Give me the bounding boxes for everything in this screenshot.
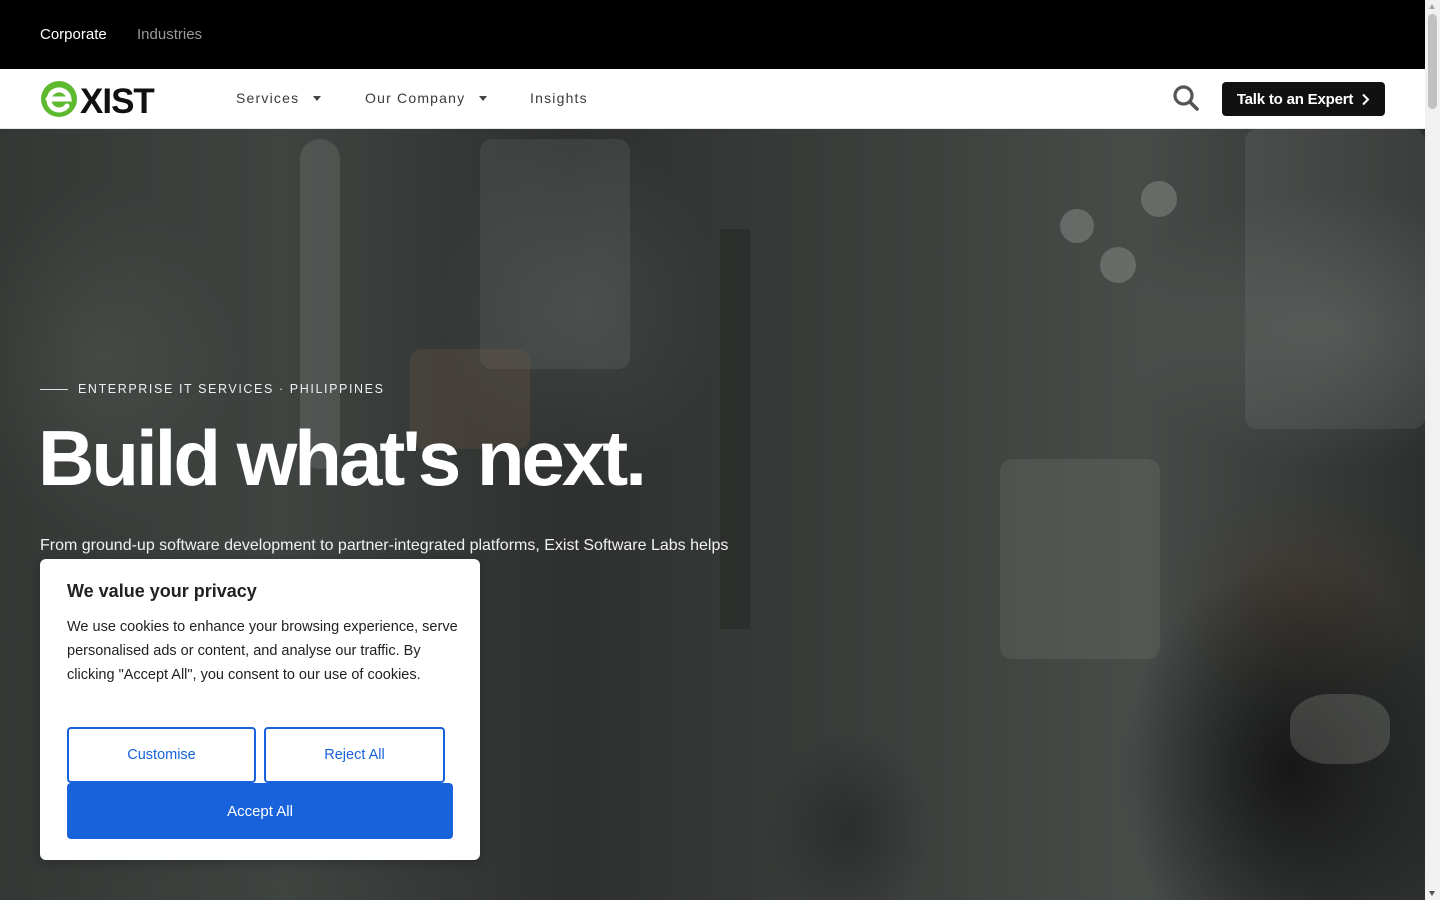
nav-services-label: Services [236,90,300,106]
cta-label: Talk to an Expert [1236,90,1354,108]
cookie-title: We value your privacy [67,581,257,601]
search-icon[interactable] [1172,84,1200,112]
svg-text:XIST: XIST [80,82,154,119]
reject-all-button[interactable]: Reject All [264,727,445,783]
main-navbar: XIST Services Our Company Insights Talk … [0,69,1425,129]
scroll-down-arrow-icon[interactable] [1429,891,1435,896]
page-scrollbar[interactable] [1425,0,1440,900]
hero-headline: Build what's next. [38,414,647,502]
chevron-down-icon [313,95,322,101]
background-photo-detail [1000,459,1160,659]
nav-insights[interactable]: Insights [530,90,588,106]
background-photo-detail [480,139,630,369]
cookie-body: We use cookies to enhance your browsing … [67,619,458,683]
industries-link[interactable]: Industries [137,26,202,43]
nav-our-company[interactable]: Our Company [365,90,488,106]
background-light [1060,209,1094,243]
scrollbar-thumb[interactable] [1428,14,1437,109]
top-utility-bar: Corporate Industries [0,0,1425,69]
corporate-link[interactable]: Corporate [40,26,107,43]
exist-logo[interactable]: XIST [40,79,162,121]
chevron-down-icon [479,95,488,101]
eyebrow-text: ENTERPRISE IT SERVICES · PHILIPPINES [78,382,385,396]
scroll-up-arrow-icon[interactable] [1429,4,1435,9]
eyebrow-divider [40,388,68,390]
hero-eyebrow: ENTERPRISE IT SERVICES · PHILIPPINES [40,382,385,396]
background-light [1100,247,1136,283]
background-photo-detail [1245,129,1425,429]
customise-button[interactable]: Customise [67,727,256,783]
accept-all-button[interactable]: Accept All [67,783,453,839]
cookie-consent-banner: We value your privacy We use cookies to … [40,559,480,860]
talk-to-expert-button[interactable]: Talk to an Expert [1222,82,1385,116]
background-light [1141,181,1177,217]
nav-insights-label: Insights [530,90,588,106]
nav-our-company-label: Our Company [365,90,466,106]
background-light [1290,694,1390,764]
chevron-right-icon [1362,93,1370,105]
nav-services[interactable]: Services [236,90,322,106]
